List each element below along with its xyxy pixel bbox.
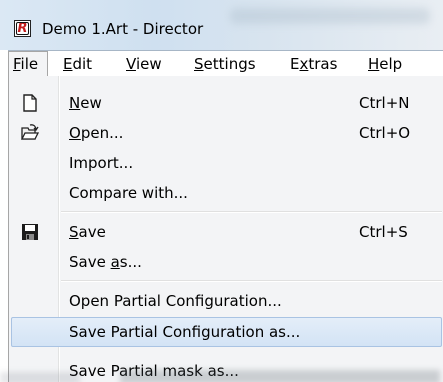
torn-edge-effect: [0, 372, 80, 382]
title-bar: Demo 1.Art - Director: [0, 0, 443, 50]
menu-settings[interactable]: Settings: [194, 53, 256, 75]
menu-help[interactable]: Help: [368, 53, 402, 75]
menu-item-open[interactable]: Open... Ctrl+O: [11, 118, 442, 148]
menu-item-label: Save: [69, 223, 106, 241]
menu-file[interactable]: File: [8, 51, 48, 77]
app-icon[interactable]: [14, 20, 31, 37]
open-folder-icon: [21, 124, 39, 140]
menu-item-new[interactable]: New Ctrl+N: [11, 88, 442, 118]
menu-item-label: Save as...: [69, 253, 142, 271]
menu-item-label: Compare with...: [69, 184, 188, 202]
shortcut-text: Ctrl+N: [359, 94, 410, 112]
menu-edit[interactable]: Edit: [63, 53, 92, 75]
menu-item-label: Save Partial Configuration as...: [69, 323, 301, 341]
shortcut-text: Ctrl+O: [359, 124, 411, 142]
new-document-icon: [23, 94, 37, 112]
menu-item-label: Open...: [69, 124, 124, 142]
torn-edge-effect: [120, 370, 440, 382]
menu-extras[interactable]: Extras: [290, 53, 337, 75]
window-title: Demo 1.Art - Director: [42, 20, 204, 38]
menu-separator: [61, 280, 442, 282]
menu-bar: File Edit View Settings Extras Help: [8, 50, 443, 77]
background-blur: [230, 8, 430, 24]
menu-item-label: New: [69, 94, 102, 112]
menu-item-save[interactable]: Save Ctrl+S: [11, 217, 442, 247]
menu-separator: [61, 211, 442, 213]
menu-item-compare-with[interactable]: Compare with...: [11, 178, 442, 208]
menu-item-label: Open Partial Configuration...: [69, 292, 282, 310]
file-menu-dropdown: New Ctrl+N Open... Ctrl+O Import... Comp…: [8, 76, 443, 382]
menu-item-import[interactable]: Import...: [11, 148, 442, 178]
menu-item-open-partial-configuration[interactable]: Open Partial Configuration...: [11, 286, 442, 316]
menu-item-save-as[interactable]: Save as...: [11, 247, 442, 277]
shortcut-text: Ctrl+S: [359, 223, 408, 241]
menu-item-save-partial-configuration-as[interactable]: Save Partial Configuration as...: [11, 317, 442, 347]
application-window: Demo 1.Art - Director File Edit View Set…: [0, 0, 443, 382]
floppy-disk-icon: [22, 224, 38, 240]
menu-item-label: Import...: [69, 154, 134, 172]
menu-view[interactable]: View: [126, 53, 162, 75]
